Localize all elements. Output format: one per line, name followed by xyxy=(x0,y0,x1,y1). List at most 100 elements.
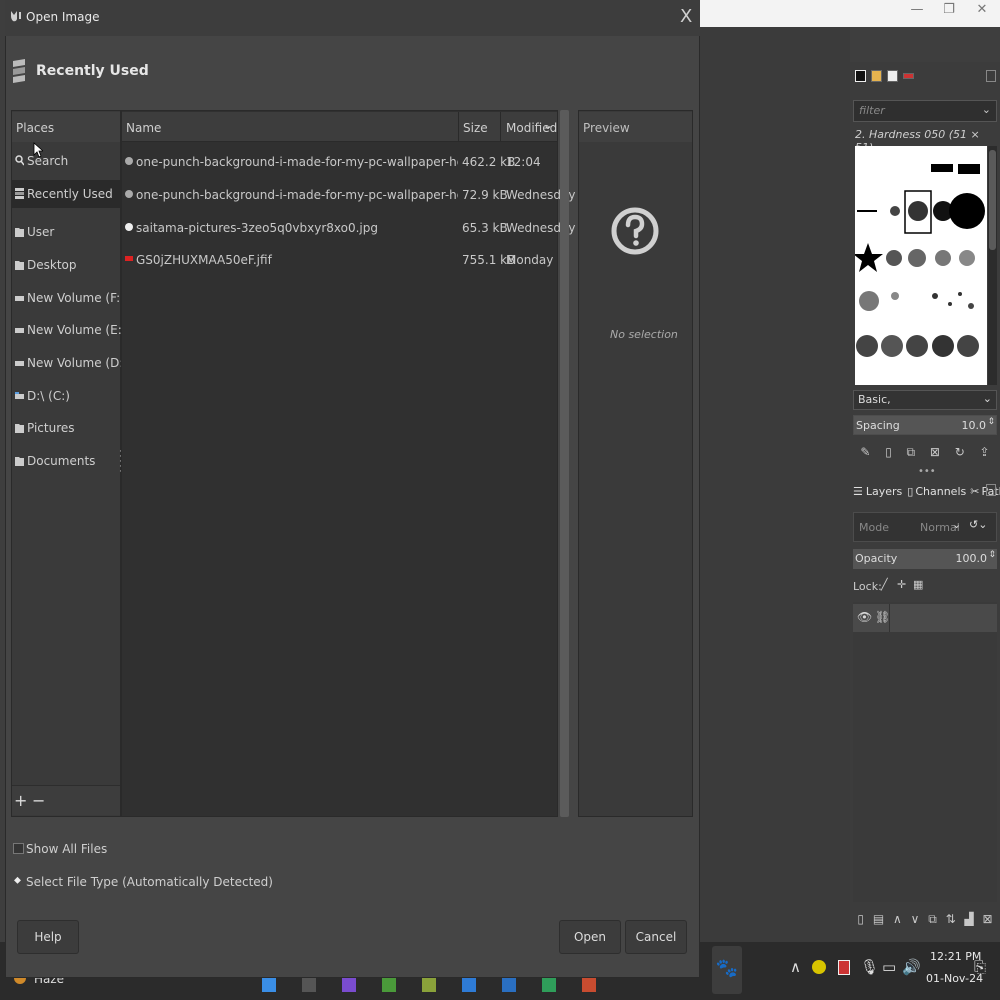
chevron-down-icon[interactable]: ⌄ xyxy=(982,103,991,116)
edit-brush-icon[interactable]: ✎ xyxy=(860,445,870,459)
lock-position-icon[interactable]: ✛ xyxy=(897,578,906,591)
file-row[interactable]: one-punch-background-i-made-for-my-pc-wa… xyxy=(122,147,557,177)
duplicate-layer-icon[interactable]: ⧉ xyxy=(928,912,937,927)
dock-separator-handle[interactable]: ••• xyxy=(918,466,936,477)
new-layer-icon[interactable]: ▯ xyxy=(857,912,864,926)
layer-row[interactable]: 👁 ⛓ xyxy=(853,604,997,632)
drive-icon xyxy=(15,296,24,301)
tray-app-icon[interactable] xyxy=(812,960,826,974)
lock-alpha-icon[interactable]: ▦ xyxy=(913,578,923,591)
place-volume-d[interactable]: New Volume (D:) xyxy=(12,349,128,377)
place-volume-f[interactable]: New Volume (F:) xyxy=(12,284,125,312)
open-button[interactable]: Open xyxy=(559,920,621,954)
minimize-icon[interactable]: — xyxy=(903,2,931,17)
open-as-image-icon[interactable]: ⇪ xyxy=(980,445,990,459)
cancel-button[interactable]: Cancel xyxy=(625,920,687,954)
place-recently-used[interactable]: Recently Used xyxy=(12,180,120,208)
column-separator xyxy=(500,112,501,142)
folder-icon xyxy=(15,228,24,237)
add-bookmark-button[interactable]: + xyxy=(14,791,27,810)
layer-mode-select[interactable]: Mode Normal ⌄ ↺⌄ xyxy=(853,512,997,542)
tab-channels[interactable]: Channels xyxy=(915,485,966,498)
lock-row: Lock: ╱ ✛ ▦ xyxy=(853,578,924,593)
delete-brush-icon[interactable]: ⊠ xyxy=(930,445,940,459)
place-desktop[interactable]: Desktop xyxy=(12,251,120,279)
show-hidden-icons-icon[interactable]: ∧ xyxy=(790,958,801,976)
help-button[interactable]: Help xyxy=(17,920,79,954)
volume-icon[interactable]: 🔊 xyxy=(902,958,921,976)
remove-bookmark-button[interactable]: − xyxy=(32,791,45,810)
gradients-tab-icon[interactable] xyxy=(903,73,914,79)
column-name[interactable]: Name xyxy=(126,121,161,135)
brush-filter-input[interactable]: filter ⌄ xyxy=(853,100,997,122)
place-search[interactable]: Search xyxy=(12,147,120,175)
location-breadcrumb[interactable]: Recently Used xyxy=(36,63,149,79)
place-drive-c[interactable]: D:\ (C:) xyxy=(12,382,120,410)
delete-layer-icon[interactable]: ⊠ xyxy=(983,912,993,926)
spacing-slider[interactable]: Spacing 10.0 ⇕ xyxy=(853,415,997,435)
gimp-taskbar-icon[interactable]: 🐾 xyxy=(712,946,742,994)
fonts-tab-icon[interactable] xyxy=(887,70,898,82)
search-task-icon[interactable] xyxy=(302,978,316,992)
close-window-icon[interactable]: ✕ xyxy=(968,2,996,17)
duplicate-brush-icon[interactable]: ⧉ xyxy=(907,445,916,460)
chrome-icon[interactable] xyxy=(382,978,396,992)
app-icon[interactable] xyxy=(342,978,356,992)
place-documents[interactable]: Documents xyxy=(12,447,120,475)
lower-layer-icon[interactable]: ∨ xyxy=(911,912,920,926)
file-list-scrollbar[interactable] xyxy=(560,110,569,817)
microphone-icon[interactable]: 🎙 xyxy=(860,958,879,976)
lock-pixels-icon[interactable]: ╱ xyxy=(881,578,888,591)
file-row[interactable]: saitama-pictures-3zeo5q0vbxyr8xo0.jpg 65… xyxy=(122,213,575,243)
anchor-layer-icon[interactable]: ⇅ xyxy=(946,912,956,926)
maximize-icon[interactable]: ❐ xyxy=(935,2,963,17)
spin-arrows-icon[interactable]: ⇕ xyxy=(987,417,995,427)
brush-grid[interactable] xyxy=(855,146,987,385)
raise-layer-icon[interactable]: ∧ xyxy=(893,912,902,926)
new-layer-group-icon[interactable]: ▤ xyxy=(873,912,884,926)
place-pictures[interactable]: Pictures xyxy=(12,414,120,442)
patterns-tab-icon[interactable] xyxy=(871,70,882,82)
file-row[interactable]: one-punch-background-i-made-for-my-pc-wa… xyxy=(122,180,575,210)
search-icon xyxy=(15,155,24,166)
dock-menu-icon[interactable] xyxy=(986,70,996,82)
app-icon[interactable] xyxy=(462,978,476,992)
column-size[interactable]: Size xyxy=(463,121,488,135)
folder-icon xyxy=(15,457,24,466)
refresh-icon[interactable]: ↻ xyxy=(955,445,965,459)
windows-start-icon[interactable] xyxy=(262,978,276,992)
close-icon[interactable]: X xyxy=(680,6,692,27)
brush-preset-select[interactable]: Basic, ⌄ xyxy=(853,390,997,410)
place-user[interactable]: User xyxy=(12,218,120,246)
layers-list[interactable] xyxy=(853,602,997,902)
app-icon[interactable] xyxy=(582,978,596,992)
show-all-files-label[interactable]: Show All Files xyxy=(26,842,107,856)
image-canvas-area[interactable] xyxy=(700,27,850,942)
notifications-icon[interactable]: ⎘ xyxy=(974,958,986,976)
paths-icon: ✂ xyxy=(970,484,980,498)
select-file-type-expander[interactable]: Select File Type (Automatically Detected… xyxy=(26,875,273,889)
mode-switch-icon[interactable]: ↺⌄ xyxy=(969,518,987,531)
opacity-slider[interactable]: Opacity 100.0 ⇕ xyxy=(853,549,997,569)
file-row[interactable]: GS0jZHUXMAA50eF.jfif 755.1 kB Monday xyxy=(122,245,557,275)
places-footer xyxy=(12,785,120,815)
app-icon[interactable] xyxy=(542,978,556,992)
eye-icon[interactable]: 👁 xyxy=(857,610,872,624)
dialog-title: Open Image xyxy=(26,10,100,24)
layers-menu-icon[interactable] xyxy=(986,484,996,496)
new-brush-icon[interactable]: ▯ xyxy=(885,445,892,459)
mask-layer-icon[interactable]: ▟ xyxy=(964,912,973,926)
expander-icon[interactable]: ⬥ xyxy=(14,875,21,886)
acrobat-icon[interactable] xyxy=(838,960,850,975)
network-icon[interactable]: ▭ xyxy=(882,958,896,976)
place-volume-e[interactable]: New Volume (E:) xyxy=(12,316,126,344)
brushes-tab-icon[interactable] xyxy=(855,70,866,82)
spin-arrows-icon[interactable]: ⇕ xyxy=(988,550,996,560)
brush-scrollbar-thumb[interactable] xyxy=(989,150,996,250)
chain-icon[interactable]: ⛓ xyxy=(875,610,890,624)
app-icon[interactable] xyxy=(502,978,516,992)
tab-layers[interactable]: Layers xyxy=(866,485,902,498)
show-all-files-checkbox[interactable] xyxy=(13,843,24,854)
sort-chevron-down-icon[interactable]: ⌄ xyxy=(543,118,553,132)
app-icon[interactable] xyxy=(422,978,436,992)
